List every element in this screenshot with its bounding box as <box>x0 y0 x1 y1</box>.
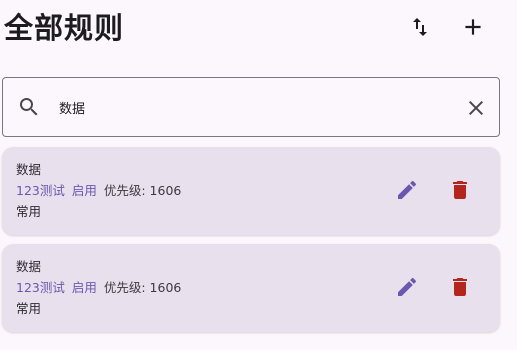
delete-button[interactable] <box>440 267 480 307</box>
rule-status: 启用 <box>71 183 97 198</box>
edit-icon <box>398 277 417 296</box>
clear-search-button[interactable] <box>456 88 496 128</box>
edit-icon <box>398 180 417 199</box>
trash-icon <box>453 181 467 199</box>
rule-card[interactable]: 数据 123测试 启用 优先级: 1606 常用 <box>2 147 500 235</box>
rule-name: 数据 <box>16 259 42 274</box>
swap-vert-icon <box>413 18 427 36</box>
rule-meta: 123测试 启用 优先级: 1606 <box>16 280 181 296</box>
edit-button[interactable] <box>387 267 427 307</box>
top-app-bar: 全部规则 <box>0 0 517 60</box>
rule-group: 123测试 <box>16 183 65 198</box>
sort-button[interactable] <box>400 7 440 47</box>
page-title: 全部规则 <box>4 11 125 45</box>
rule-priority: 优先级: 1606 <box>103 280 182 295</box>
rule-status: 启用 <box>71 280 97 295</box>
edit-button[interactable] <box>387 170 427 210</box>
close-icon <box>469 101 483 115</box>
delete-button[interactable] <box>440 170 480 210</box>
add-icon <box>465 19 481 35</box>
rule-category: 常用 <box>16 301 42 316</box>
rule-group: 123测试 <box>16 280 65 295</box>
rule-name: 数据 <box>16 162 42 177</box>
trash-icon <box>453 278 467 296</box>
rule-meta: 123测试 启用 优先级: 1606 <box>16 183 181 199</box>
rule-card[interactable]: 数据 123测试 启用 优先级: 1606 常用 <box>2 244 500 332</box>
search-field[interactable] <box>2 77 500 137</box>
rule-priority: 优先级: 1606 <box>103 183 182 198</box>
add-rule-button[interactable] <box>453 7 493 47</box>
search-icon <box>20 98 38 116</box>
search-input[interactable] <box>59 92 439 122</box>
rule-category: 常用 <box>16 204 42 219</box>
